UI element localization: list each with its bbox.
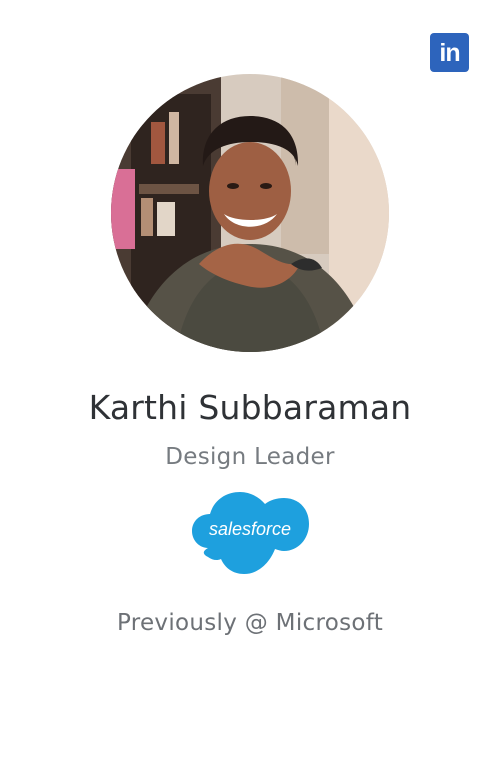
- profile-role: Design Leader: [165, 444, 335, 470]
- profile-photo: [111, 74, 389, 352]
- linkedin-icon[interactable]: in: [430, 33, 469, 72]
- previous-company: Previously @ Microsoft: [116, 610, 384, 636]
- profile-name: Karthi Subbaraman: [88, 388, 412, 427]
- salesforce-logo-text: salesforce: [208, 519, 292, 539]
- linkedin-icon-label: in: [439, 38, 460, 67]
- profile-card: in Karthi Subbaraman Design Leader sales…: [0, 0, 500, 760]
